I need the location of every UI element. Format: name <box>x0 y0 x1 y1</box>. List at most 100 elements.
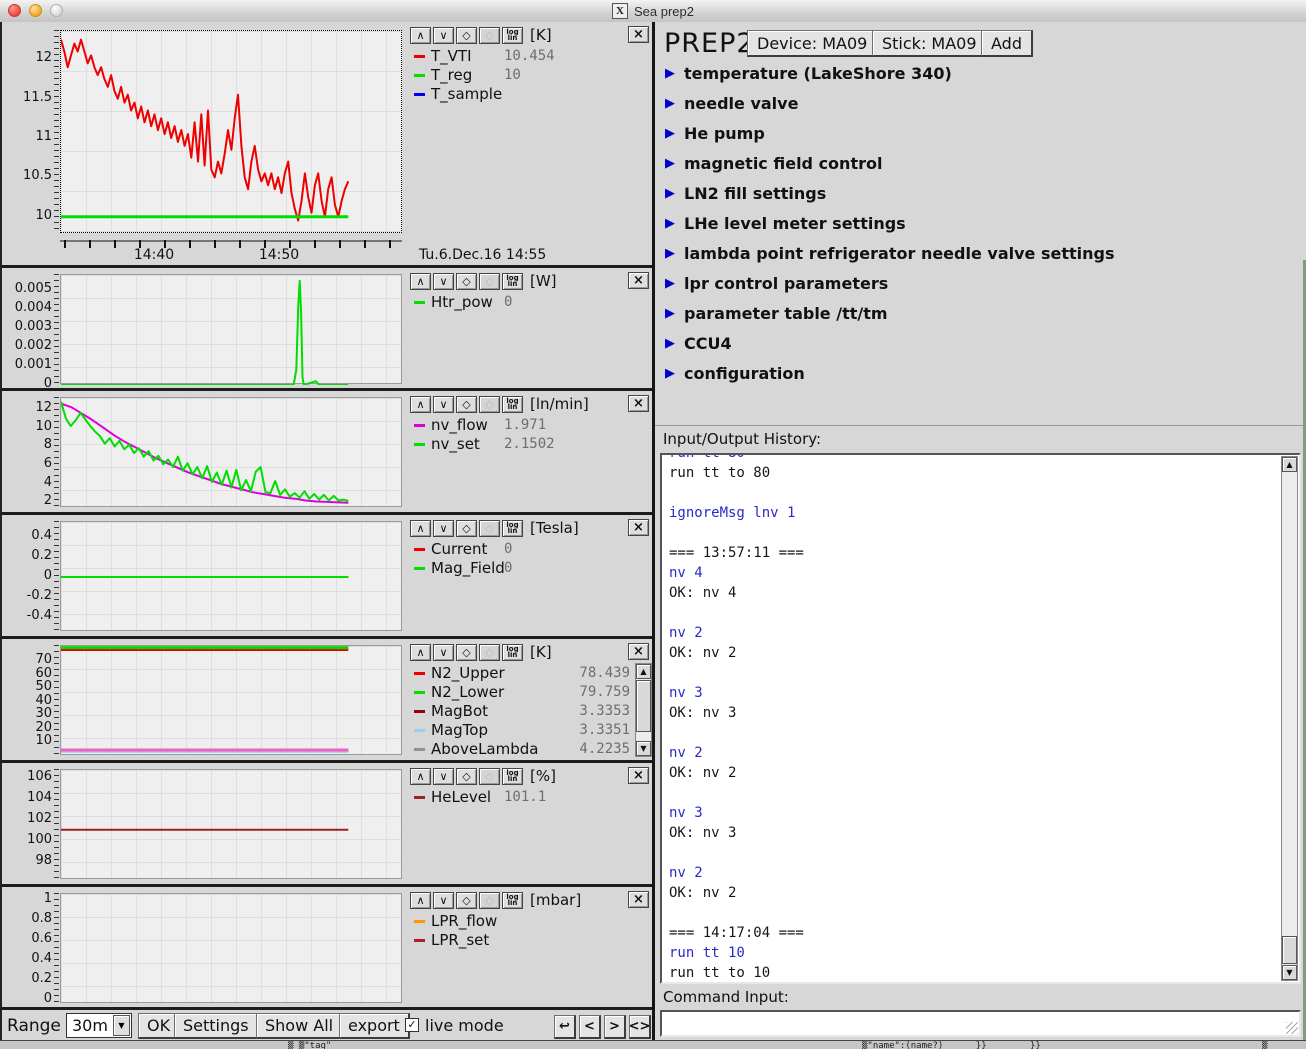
tree-item-magnetic[interactable]: ▶ magnetic field control <box>665 149 1285 177</box>
tree-item-needle[interactable]: ▶ needle valve <box>665 89 1285 117</box>
legend-row-HeLevel[interactable]: HeLevel 101.1 <box>414 788 651 807</box>
scale-down-icon[interactable]: ∨ <box>433 768 454 785</box>
scale-down-icon[interactable]: ∨ <box>433 273 454 290</box>
tree-item-lhe[interactable]: ▶ LHe level meter settings <box>665 209 1285 237</box>
live-mode-checkbox[interactable]: ✓ <box>405 1018 419 1032</box>
scale-up-icon[interactable]: ∧ <box>410 27 431 44</box>
tree-item-ccu4[interactable]: ▶ CCU4 <box>665 329 1285 357</box>
expand-arrow-icon[interactable]: ▶ <box>665 367 675 380</box>
minimize-window-button[interactable] <box>29 4 42 17</box>
page-back-icon[interactable]: < <box>579 1015 601 1039</box>
scale-down-icon[interactable]: ∨ <box>433 396 454 413</box>
legend-row-LPR_set[interactable]: LPR_set <box>414 931 651 950</box>
jump-latest-icon[interactable]: ↩ <box>554 1015 576 1039</box>
chart-plot-area[interactable] <box>60 521 402 631</box>
expand-arrow-icon[interactable]: ▶ <box>665 187 675 200</box>
close-chart-icon[interactable]: × <box>628 643 649 660</box>
expand-arrow-icon[interactable]: ▶ <box>665 247 675 260</box>
tree-item-temperature[interactable]: ▶ temperature (LakeShore 340) <box>665 59 1285 87</box>
chart-plot-area[interactable] <box>60 397 402 507</box>
scale-up-icon[interactable]: ∧ <box>410 396 431 413</box>
expand-arrow-icon[interactable]: ▶ <box>665 217 675 230</box>
scale-up-icon[interactable]: ∧ <box>410 520 431 537</box>
legend-row-T_reg[interactable]: T_reg 10 <box>414 66 651 85</box>
legend-scrollbar[interactable]: ▲ ▼ <box>635 663 652 757</box>
expand-arrow-icon[interactable]: ▶ <box>665 277 675 290</box>
show-all-button[interactable]: Show All <box>256 1013 343 1039</box>
scale-down-icon[interactable]: ∨ <box>433 520 454 537</box>
legend-row-MagBot[interactable]: MagBot 3.3353 <box>414 702 651 721</box>
chart-plot-area[interactable] <box>60 645 402 755</box>
log-lin-toggle-icon[interactable]: loglin <box>502 768 523 785</box>
legend-row-nv_flow[interactable]: nv_flow 1.971 <box>414 416 651 435</box>
scroll-up-icon[interactable]: ▲ <box>636 664 651 679</box>
legend-row-N2_Lower[interactable]: N2_Lower 79.759 <box>414 683 651 702</box>
scale-up-icon[interactable]: ∧ <box>410 273 431 290</box>
expand-arrow-icon[interactable]: ▶ <box>665 307 675 320</box>
scale-down-icon[interactable]: ∨ <box>433 644 454 661</box>
scale-down-icon[interactable]: ∨ <box>433 27 454 44</box>
scale-up-icon[interactable]: ∧ <box>410 768 431 785</box>
autoscale-icon[interactable]: ◇ <box>456 644 477 661</box>
range-dropdown[interactable]: 30m ▼ <box>66 1013 132 1038</box>
tree-item-he[interactable]: ▶ He pump <box>665 119 1285 147</box>
log-lin-toggle-icon[interactable]: loglin <box>502 396 523 413</box>
legend-row-AboveLambda[interactable]: AboveLambda 4.2235 <box>414 740 651 759</box>
autoscale-icon[interactable]: ◇ <box>456 273 477 290</box>
scroll-down-icon[interactable]: ▼ <box>636 741 651 756</box>
tree-item-configuration[interactable]: ▶ configuration <box>665 359 1285 387</box>
expand-arrow-icon[interactable]: ▶ <box>665 67 675 80</box>
chart-plot-area[interactable] <box>60 274 402 384</box>
expand-range-icon[interactable]: <> <box>629 1015 651 1039</box>
expand-arrow-icon[interactable]: ▶ <box>665 337 675 350</box>
device-button[interactable]: Device: MA09 <box>747 30 878 57</box>
close-chart-icon[interactable]: × <box>628 272 649 289</box>
chart-plot-area[interactable] <box>60 769 402 879</box>
close-chart-icon[interactable]: × <box>628 26 649 43</box>
scale-up-icon[interactable]: ∧ <box>410 644 431 661</box>
io-history-terminal[interactable]: run tt 80run tt to 80 ignoreMsg lnv 1 ==… <box>660 453 1301 984</box>
log-lin-toggle-icon[interactable]: loglin <box>502 520 523 537</box>
log-lin-toggle-icon[interactable]: loglin <box>502 27 523 44</box>
expand-arrow-icon[interactable]: ▶ <box>665 157 675 170</box>
close-chart-icon[interactable]: × <box>628 395 649 412</box>
legend-row-T_VTI[interactable]: T_VTI 10.454 <box>414 47 651 66</box>
tree-item-lpr[interactable]: ▶ lpr control parameters <box>665 269 1285 297</box>
close-chart-icon[interactable]: × <box>628 767 649 784</box>
legend-row-nv_set[interactable]: nv_set 2.1502 <box>414 435 651 454</box>
autoscale-icon[interactable]: ◇ <box>456 27 477 44</box>
scroll-down-icon[interactable]: ▼ <box>1282 965 1297 980</box>
export-button[interactable]: export <box>339 1013 410 1039</box>
legend-row-N2_Upper[interactable]: N2_Upper 78.439 <box>414 664 651 683</box>
page-forward-icon[interactable]: > <box>604 1015 626 1039</box>
legend-row-Htr_pow[interactable]: Htr_pow 0 <box>414 293 651 312</box>
terminal-scrollbar[interactable]: ▲ ▼ <box>1281 456 1298 981</box>
autoscale-icon[interactable]: ◇ <box>456 520 477 537</box>
log-lin-toggle-icon[interactable]: loglin <box>502 644 523 661</box>
chart-plot-area[interactable] <box>60 30 402 233</box>
dropdown-arrow-icon[interactable]: ▼ <box>113 1015 130 1036</box>
legend-row-MagTop[interactable]: MagTop 3.3351 <box>414 721 651 740</box>
expand-arrow-icon[interactable]: ▶ <box>665 127 675 140</box>
scrollbar-thumb[interactable] <box>1282 936 1297 964</box>
scale-up-icon[interactable]: ∧ <box>410 892 431 909</box>
autoscale-icon[interactable]: ◇ <box>456 892 477 909</box>
settings-button[interactable]: Settings <box>174 1013 259 1039</box>
resize-grip-icon[interactable] <box>1286 1022 1298 1034</box>
scale-down-icon[interactable]: ∨ <box>433 892 454 909</box>
scroll-up-icon[interactable]: ▲ <box>1282 457 1297 472</box>
log-lin-toggle-icon[interactable]: loglin <box>502 892 523 909</box>
stick-button[interactable]: Stick: MA09 <box>872 30 988 57</box>
autoscale-icon[interactable]: ◇ <box>456 396 477 413</box>
legend-row-T_sample[interactable]: T_sample <box>414 85 651 104</box>
zoom-window-button[interactable] <box>50 4 63 17</box>
log-lin-toggle-icon[interactable]: loglin <box>502 273 523 290</box>
legend-row-Mag_Field[interactable]: Mag_Field 0 <box>414 559 651 578</box>
command-input[interactable] <box>663 1013 1298 1034</box>
expand-arrow-icon[interactable]: ▶ <box>665 97 675 110</box>
close-window-button[interactable] <box>8 4 21 17</box>
close-chart-icon[interactable]: × <box>628 891 649 908</box>
autoscale-icon[interactable]: ◇ <box>456 768 477 785</box>
tree-item-ln2[interactable]: ▶ LN2 fill settings <box>665 179 1285 207</box>
chart-plot-area[interactable] <box>60 893 402 1003</box>
